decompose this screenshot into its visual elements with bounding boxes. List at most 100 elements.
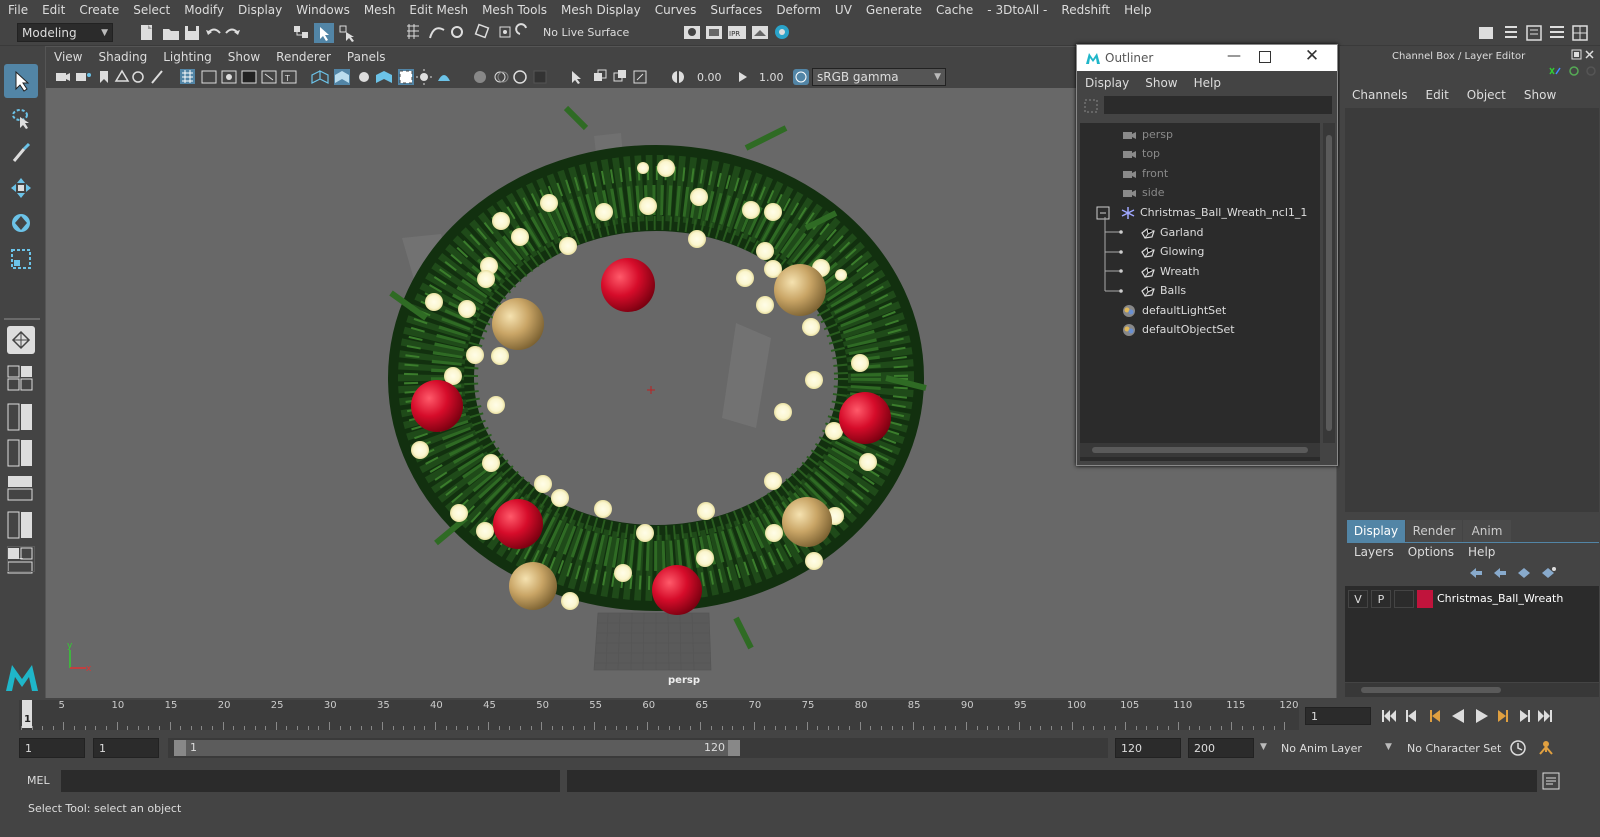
two-pane-side-layout-icon[interactable]: [7, 403, 32, 431]
scene-end-field[interactable]: 200: [1188, 738, 1254, 758]
channel-menu-edit[interactable]: Edit: [1426, 88, 1449, 102]
character-set-dropdown[interactable]: No Character Set: [1402, 738, 1502, 758]
play-backward-icon[interactable]: [1452, 709, 1464, 723]
four-pane-layout-icon[interactable]: [7, 365, 33, 391]
layer-menu-options[interactable]: Options: [1408, 545, 1454, 559]
menu-mesh-tools[interactable]: Mesh Tools: [482, 3, 547, 17]
layer-menu-layers[interactable]: Layers: [1354, 545, 1394, 559]
2d-pan-zoom-icon[interactable]: [132, 71, 144, 83]
attribute-editor-icon[interactable]: [1505, 26, 1517, 38]
layer-playback-toggle[interactable]: P: [1371, 590, 1391, 608]
snap-grid-icon[interactable]: [407, 24, 419, 39]
go-to-end-icon[interactable]: [1538, 710, 1552, 722]
tree-item-balls[interactable]: Balls: [1140, 281, 1186, 300]
tree-item-default-light-set[interactable]: defaultLightSet: [1122, 301, 1226, 320]
tool-settings-icon[interactable]: [1526, 25, 1542, 41]
gamma-field[interactable]: 1.00: [754, 68, 792, 86]
menu-display[interactable]: Display: [238, 3, 282, 17]
menu-edit-mesh[interactable]: Edit Mesh: [409, 3, 468, 17]
step-back-key-icon[interactable]: [1406, 710, 1416, 722]
auto-key-icon[interactable]: [1510, 740, 1526, 756]
viewport-menu-show[interactable]: Show: [228, 50, 260, 64]
step-forward-icon[interactable]: [1520, 710, 1530, 722]
play-forward-icon[interactable]: [1476, 709, 1488, 723]
move-layer-down-icon[interactable]: [1494, 568, 1506, 578]
chevron-down-icon[interactable]: ▼: [1260, 742, 1267, 752]
menu-generate[interactable]: Generate: [866, 3, 922, 17]
snap-refresh-icon[interactable]: [515, 23, 527, 35]
exposure-icon[interactable]: [672, 71, 684, 83]
layout-icon[interactable]: [1572, 25, 1588, 41]
scrollbar-thumb[interactable]: [1092, 447, 1308, 453]
grease-pencil-icon[interactable]: [151, 70, 163, 84]
close-panel-icon[interactable]: [1585, 50, 1594, 59]
layer-reference-toggle[interactable]: [1394, 590, 1414, 608]
screen-space-ao-icon[interactable]: [474, 71, 486, 83]
range-start-handle[interactable]: [174, 740, 186, 756]
tree-item-default-object-set[interactable]: defaultObjectSet: [1122, 320, 1235, 339]
hypershade-layout-icon[interactable]: [7, 511, 32, 539]
lasso-tool-button[interactable]: [4, 101, 38, 135]
menu-redshift[interactable]: Redshift: [1061, 3, 1110, 17]
xray-joints-icon[interactable]: [633, 70, 647, 84]
anim-layer-dropdown[interactable]: No Anim Layer: [1276, 738, 1380, 758]
go-to-start-icon[interactable]: [1382, 710, 1396, 722]
camera-attributes-icon[interactable]: [76, 73, 91, 81]
render-settings-icon[interactable]: [684, 26, 700, 39]
camera-select-icon[interactable]: [56, 73, 70, 81]
tree-item-top[interactable]: top: [1122, 144, 1160, 163]
exposure-field[interactable]: 0.00: [692, 68, 732, 86]
snap-curve-icon[interactable]: [429, 27, 445, 39]
menu-create[interactable]: Create: [79, 3, 119, 17]
select-hierarchy-icon[interactable]: [294, 26, 308, 38]
new-layer-icon[interactable]: [1518, 568, 1530, 578]
menu-windows[interactable]: Windows: [296, 3, 350, 17]
tree-item-front[interactable]: front: [1122, 164, 1168, 183]
wireframe-on-shaded-icon[interactable]: [376, 71, 392, 83]
tab-display[interactable]: Display: [1347, 520, 1405, 542]
filter-icon[interactable]: [1083, 98, 1099, 114]
paint-select-tool-button[interactable]: [4, 136, 38, 170]
image-plane-icon[interactable]: [114, 69, 130, 82]
move-tool-button[interactable]: [4, 171, 38, 205]
xray-icon[interactable]: [594, 69, 607, 81]
outliner-titlebar[interactable]: Outliner — ✕: [1077, 45, 1337, 71]
new-layer-selected-icon[interactable]: [1542, 567, 1556, 578]
transform-axis-icon[interactable]: [1549, 67, 1561, 75]
menu-deform[interactable]: Deform: [776, 3, 821, 17]
menu-curves[interactable]: Curves: [655, 3, 697, 17]
range-track[interactable]: 1 120: [168, 738, 1108, 758]
single-pane-layout-button[interactable]: [7, 326, 35, 354]
float-panel-icon[interactable]: [1571, 49, 1582, 60]
menu-edit[interactable]: Edit: [42, 3, 65, 17]
menu-help[interactable]: Help: [1124, 3, 1151, 17]
custom-layout-button[interactable]: -: [7, 546, 35, 572]
hypershade-icon[interactable]: [775, 25, 789, 39]
redo-icon[interactable]: [225, 28, 240, 36]
menu-cache[interactable]: Cache: [936, 3, 973, 17]
attribute-toggle-icon[interactable]: [1586, 66, 1596, 76]
menu-mesh[interactable]: Mesh: [364, 3, 396, 17]
tree-item-wreath[interactable]: Wreath: [1140, 262, 1199, 281]
scale-tool-button[interactable]: [4, 242, 38, 276]
layer-color-swatch[interactable]: [1417, 590, 1433, 608]
range-bar[interactable]: 1 120: [174, 740, 740, 756]
menu-file[interactable]: File: [8, 3, 28, 17]
outliner-menu-help[interactable]: Help: [1194, 76, 1221, 90]
anti-aliasing-icon[interactable]: [513, 70, 527, 84]
menu-uv[interactable]: UV: [835, 3, 852, 17]
command-input[interactable]: [61, 770, 560, 792]
gamma-icon[interactable]: [736, 69, 750, 85]
layer-name[interactable]: Christmas_Ball_Wreath: [1437, 592, 1563, 605]
gate-mask-icon[interactable]: [241, 70, 257, 84]
step-back-key-icon-alt[interactable]: [1430, 710, 1440, 722]
move-layer-up-icon[interactable]: [1470, 568, 1482, 578]
use-all-lights-icon[interactable]: [416, 69, 432, 85]
bookmark-icon[interactable]: [100, 71, 108, 83]
scrollbar-thumb[interactable]: [1361, 687, 1501, 693]
range-end-handle[interactable]: [728, 740, 740, 756]
viewport-menu-shading[interactable]: Shading: [98, 50, 147, 64]
ipr-render-icon[interactable]: IPR: [728, 26, 746, 39]
scrollbar-thumb[interactable]: [1326, 135, 1332, 431]
outliner-horizontal-scrollbar[interactable]: [1080, 443, 1320, 457]
